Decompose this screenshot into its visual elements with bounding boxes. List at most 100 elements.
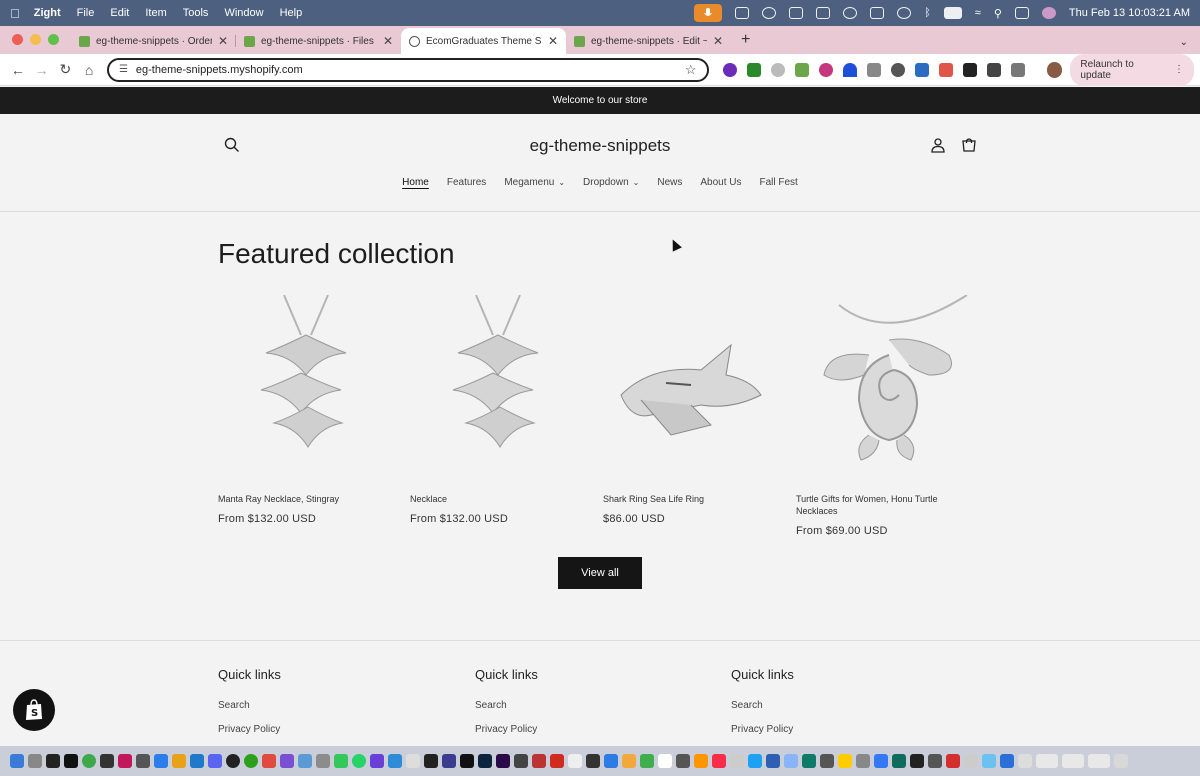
dock-app-icon[interactable] — [568, 754, 582, 768]
finder-icon[interactable] — [10, 754, 24, 768]
footer-link-search[interactable]: Search — [218, 700, 281, 711]
product-card[interactable]: Shark Ring Sea Life Ring $86.00 USD — [603, 292, 778, 525]
launchpad-icon[interactable] — [28, 754, 42, 768]
nav-news[interactable]: News — [657, 177, 682, 188]
product-image-manta-ray[interactable] — [410, 292, 585, 477]
menu-tools[interactable]: Tools — [183, 7, 209, 19]
extension-shirt-icon[interactable] — [986, 62, 1001, 77]
dock-app-icon[interactable] — [856, 754, 870, 768]
microphone-icon[interactable] — [694, 4, 723, 22]
dock-app-icon[interactable] — [1088, 754, 1110, 768]
extension-purple-icon[interactable] — [722, 62, 737, 77]
menu-file[interactable]: File — [77, 7, 95, 19]
messages-icon[interactable] — [334, 754, 348, 768]
dock-app-icon[interactable] — [586, 754, 600, 768]
time-machine-icon[interactable] — [897, 7, 912, 19]
close-window-button[interactable] — [12, 34, 23, 45]
nav-home[interactable]: Home — [402, 177, 429, 188]
zoom-window-button[interactable] — [48, 34, 59, 45]
extension-pink-icon[interactable] — [818, 62, 833, 77]
dock-app-icon[interactable] — [262, 754, 276, 768]
tab-orders[interactable]: eg-theme-snippets · Orders ✕ — [71, 28, 236, 54]
dock-app-icon[interactable] — [676, 754, 690, 768]
dock-app-icon[interactable] — [406, 754, 420, 768]
dock-app-icon[interactable] — [640, 754, 654, 768]
close-tab-icon[interactable]: ✕ — [548, 34, 558, 48]
dock-app-icon[interactable] — [874, 754, 888, 768]
dock-app-icon[interactable] — [514, 754, 528, 768]
dock-app-icon[interactable] — [784, 754, 798, 768]
product-card[interactable]: Turtle Gifts for Women, Honu Turtle Neck… — [796, 292, 971, 537]
product-card[interactable]: Manta Ray Necklace, Stingray From $132.0… — [218, 292, 393, 525]
extension-download-icon[interactable] — [746, 62, 761, 77]
dock-app-icon[interactable] — [604, 754, 618, 768]
product-image-manta-ray[interactable] — [218, 292, 393, 477]
tab-search-chevron-icon[interactable]: ⌄ — [1180, 37, 1200, 54]
clock[interactable]: Thu Feb 13 10:03:21 AM — [1069, 7, 1190, 19]
menu-window[interactable]: Window — [224, 7, 263, 19]
tab-files[interactable]: eg-theme-snippets · Files · Sl ✕ — [236, 28, 401, 54]
dock-app-icon[interactable] — [982, 754, 996, 768]
dock-app-icon[interactable] — [154, 754, 168, 768]
footer-link-privacy[interactable]: Privacy Policy — [218, 724, 281, 735]
bookmark-star-icon[interactable]: ☆ — [685, 62, 697, 78]
dock-app-icon[interactable] — [892, 754, 906, 768]
nav-fall-fest[interactable]: Fall Fest — [760, 177, 798, 188]
dock-app-icon[interactable] — [388, 754, 402, 768]
extension-blue-arc-icon[interactable] — [842, 62, 857, 77]
dock-app-icon[interactable] — [136, 754, 150, 768]
siri-icon[interactable] — [1041, 7, 1056, 19]
shopify-bag-icon[interactable]: S — [13, 689, 55, 731]
extension-dark-icon[interactable] — [962, 62, 977, 77]
dock-app-icon[interactable] — [118, 754, 132, 768]
dock-app-icon[interactable] — [532, 754, 546, 768]
dock-app-icon[interactable] — [1036, 754, 1058, 768]
dock-app-icon[interactable] — [964, 754, 978, 768]
dock-app-icon[interactable] — [1062, 754, 1084, 768]
wifi-icon[interactable]: ≈ — [975, 7, 981, 19]
nav-about-us[interactable]: About Us — [700, 177, 741, 188]
url-text[interactable]: eg-theme-snippets.myshopify.com — [136, 64, 303, 76]
calendar-icon[interactable] — [658, 754, 672, 768]
nav-megamenu[interactable]: Megamenu ⌄ — [504, 177, 565, 188]
close-tab-icon[interactable]: ✕ — [713, 34, 723, 48]
dock-app-icon[interactable] — [766, 754, 780, 768]
dock-app-icon[interactable] — [298, 754, 312, 768]
dock-app-icon[interactable] — [316, 754, 330, 768]
acrobat-icon[interactable] — [550, 754, 564, 768]
creative-cloud-icon[interactable] — [762, 7, 777, 19]
extension-shopify-icon[interactable] — [794, 62, 809, 77]
reload-icon[interactable]: ↻ — [53, 61, 77, 78]
dock-app-icon[interactable] — [946, 754, 960, 768]
extension-color-icon[interactable] — [914, 62, 929, 77]
extension-gray-icon[interactable] — [866, 62, 881, 77]
product-title[interactable]: Manta Ray Necklace, Stingray — [218, 493, 393, 505]
dock-app-icon[interactable] — [730, 754, 744, 768]
menu-edit[interactable]: Edit — [110, 7, 129, 19]
new-tab-button[interactable]: + — [731, 31, 750, 54]
dock-app-icon[interactable] — [910, 754, 924, 768]
play-icon[interactable] — [843, 7, 858, 19]
dock-app-icon[interactable] — [838, 754, 852, 768]
dock-app-icon[interactable] — [928, 754, 942, 768]
forward-arrow-icon[interactable]: → — [30, 62, 54, 78]
close-tab-icon[interactable]: ✕ — [218, 34, 228, 48]
footer-link-search[interactable]: Search — [475, 700, 538, 711]
menu-help[interactable]: Help — [280, 7, 303, 19]
mute-icon[interactable] — [816, 7, 831, 19]
dock-app-icon[interactable] — [46, 754, 60, 768]
chrome-icon[interactable] — [82, 754, 96, 768]
trash-icon[interactable] — [1114, 754, 1128, 768]
extensions-puzzle-icon[interactable] — [1010, 62, 1025, 77]
dock-app-icon[interactable] — [280, 754, 294, 768]
dock-app-icon[interactable] — [100, 754, 114, 768]
store-logo[interactable]: eg-theme-snippets — [0, 136, 1200, 156]
close-tab-icon[interactable]: ✕ — [383, 34, 393, 48]
dock-app-icon[interactable] — [694, 754, 708, 768]
premiere-icon[interactable] — [496, 754, 510, 768]
site-info-icon[interactable]: ☰ — [119, 64, 128, 75]
back-arrow-icon[interactable]: ← — [6, 62, 30, 78]
dock-app-icon[interactable] — [802, 754, 816, 768]
nav-features[interactable]: Features — [447, 177, 486, 188]
photoshop-icon[interactable] — [478, 754, 492, 768]
